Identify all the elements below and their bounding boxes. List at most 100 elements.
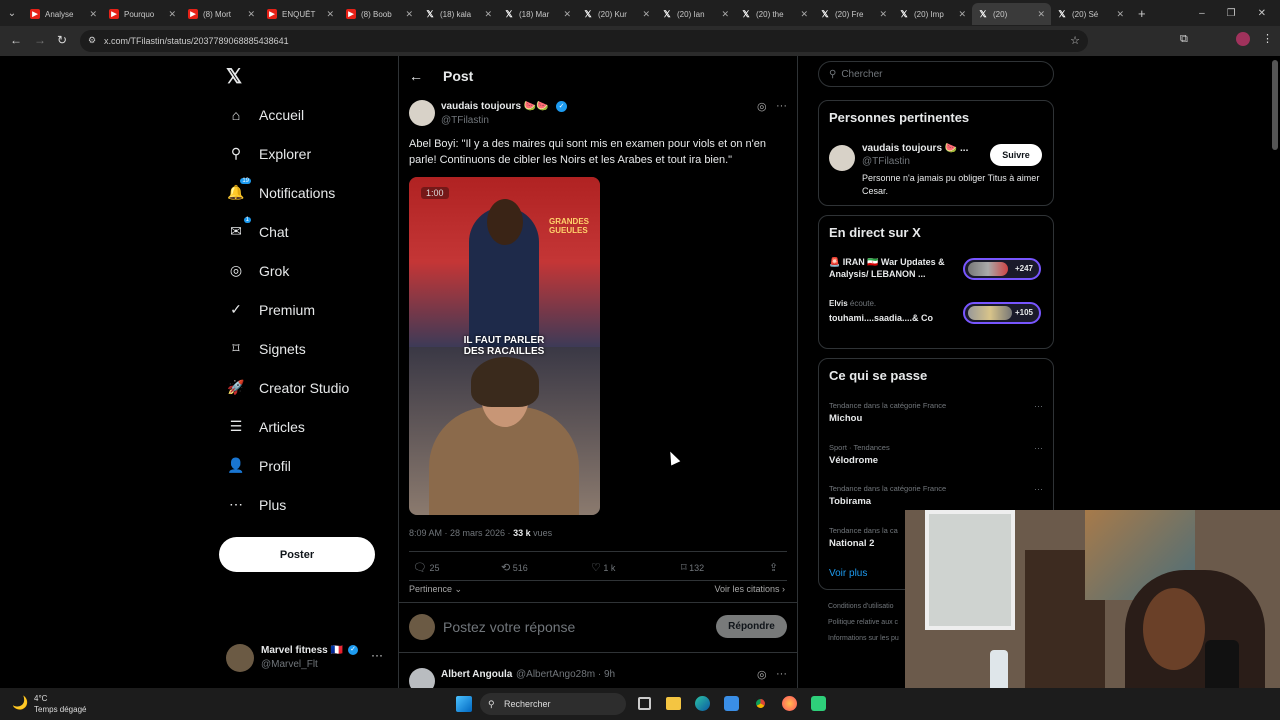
trend-more-icon[interactable]: ···: [1034, 401, 1043, 411]
reply-more-icon[interactable]: ···: [776, 668, 787, 680]
grok-icon[interactable]: ◎: [757, 668, 767, 681]
post-timestamp[interactable]: 8:09 AM · 28 mars 2026 ·: [409, 528, 513, 538]
video-player[interactable]: GRANDES GUEULES IL FAUT PARLER DES RACAI…: [409, 177, 600, 515]
close-tab-icon[interactable]: ✕: [484, 9, 492, 20]
trend-more-icon[interactable]: ···: [1034, 484, 1043, 494]
close-tab-icon[interactable]: ✕: [642, 9, 650, 20]
windows-start-icon[interactable]: [456, 696, 472, 712]
browser-tab[interactable]: 𝕏 (20) Sé ✕: [1051, 3, 1130, 25]
reload-icon[interactable]: ↻: [57, 33, 67, 47]
close-tab-icon[interactable]: ✕: [1037, 9, 1045, 20]
browser-tab[interactable]: 𝕏 (20) ✕: [972, 3, 1051, 25]
site-info-icon[interactable]: ⚙: [88, 35, 96, 46]
author-name[interactable]: vaudais toujours 🍉🍉: [441, 101, 549, 112]
close-tab-icon[interactable]: ✕: [800, 9, 808, 20]
live-item[interactable]: Elvis écoute. touhami....saadia....& Co …: [829, 299, 1045, 324]
minimize-icon[interactable]: –: [1199, 8, 1205, 19]
browser-tab[interactable]: 𝕏 (18) Mar ✕: [498, 3, 577, 25]
browser-tab[interactable]: 𝕏 (18) kala ✕: [419, 3, 498, 25]
nav-item-profil[interactable]: 👤 Profil: [218, 446, 396, 485]
browser-tab[interactable]: ▶ ENQUÊT ✕: [261, 3, 340, 25]
more-icon[interactable]: ···: [371, 648, 383, 662]
close-tab-icon[interactable]: ✕: [958, 9, 966, 20]
close-tab-icon[interactable]: ✕: [405, 9, 413, 20]
app-icon[interactable]: [811, 696, 826, 711]
close-window-icon[interactable]: ✕: [1258, 8, 1266, 19]
post-more-icon[interactable]: ···: [776, 100, 787, 112]
browser-tab[interactable]: 𝕏 (20) Kur ✕: [577, 3, 656, 25]
back-icon[interactable]: ←: [10, 33, 22, 47]
browser-menu-icon[interactable]: ⋮: [1262, 32, 1273, 45]
reply-button[interactable]: 🗨 25: [413, 561, 440, 574]
reply-author-name[interactable]: Albert Angoula: [441, 669, 512, 680]
close-tab-icon[interactable]: ✕: [168, 9, 176, 20]
x-logo[interactable]: 𝕏: [226, 64, 242, 89]
browser-tab[interactable]: ▶ Analyse ✕: [24, 3, 103, 25]
taskview-icon[interactable]: [638, 697, 651, 710]
share-icon[interactable]: ⇪: [769, 561, 778, 574]
edge-icon[interactable]: [695, 696, 710, 711]
nav-item-grok[interactable]: ◎ Grok: [218, 251, 396, 290]
browser-tab[interactable]: 𝕏 (20) Fre ✕: [814, 3, 893, 25]
scrollbar[interactable]: [1272, 60, 1278, 150]
account-switcher[interactable]: Marvel fitness 🇫🇷 ✓ @Marvel_Flt ···: [226, 642, 386, 676]
person-avatar[interactable]: [829, 145, 855, 171]
browser-tab[interactable]: 𝕏 (20) Ian ✕: [656, 3, 735, 25]
grok-icon[interactable]: ◎: [757, 100, 767, 113]
chrome-icon[interactable]: [753, 696, 768, 711]
taskbar-search[interactable]: ⚲ Rechercher: [480, 693, 626, 715]
repost-button[interactable]: ⟲ 516: [501, 561, 528, 574]
nav-item-signets[interactable]: ⌑ Signets: [218, 329, 396, 368]
store-icon[interactable]: [724, 696, 739, 711]
address-bar[interactable]: ⚙ x.com/TFilastin/status/203778906888543…: [80, 30, 1088, 52]
live-item[interactable]: 🚨 IRAN 🇮🇷 War Updates & Analysis/ LEBANO…: [829, 256, 1045, 280]
follow-button[interactable]: Suivre: [990, 144, 1042, 166]
forward-icon[interactable]: →: [34, 33, 46, 47]
show-more-link[interactable]: Voir plus: [829, 568, 867, 579]
profile-icon[interactable]: [1236, 32, 1250, 46]
nav-item-premium[interactable]: ✓ Premium: [218, 290, 396, 329]
trend-item[interactable]: Tendance dans la catégorie France Michou ·…: [829, 401, 1043, 435]
close-tab-icon[interactable]: ✕: [1116, 9, 1124, 20]
nav-item-explorer[interactable]: ⚲ Explorer: [218, 134, 396, 173]
bookmark-button[interactable]: ⌑ 132: [681, 561, 704, 574]
close-tab-icon[interactable]: ✕: [563, 9, 571, 20]
close-tab-icon[interactable]: ✕: [247, 9, 255, 20]
tab-list-button[interactable]: ⌄: [0, 8, 24, 19]
search-box[interactable]: ⚲ Chercher: [818, 61, 1054, 87]
back-arrow-icon[interactable]: ←: [409, 68, 423, 84]
browser-tab[interactable]: ▶ Pourquo ✕: [103, 3, 182, 25]
post-button[interactable]: Poster: [219, 537, 375, 572]
nav-item-accueil[interactable]: ⌂ Accueil: [218, 95, 396, 134]
reply-button-submit[interactable]: Répondre: [716, 615, 787, 638]
close-tab-icon[interactable]: ✕: [879, 9, 887, 20]
nav-item-plus[interactable]: ⋯ Plus: [218, 485, 396, 524]
browser-tab[interactable]: 𝕏 (20) Imp ✕: [893, 3, 972, 25]
browser-tab[interactable]: ▶ (8) Boob ✕: [340, 3, 419, 25]
sort-dropdown[interactable]: Pertinence ⌄: [409, 584, 462, 595]
close-tab-icon[interactable]: ✕: [89, 9, 97, 20]
nav-item-articles[interactable]: ☰ Articles: [218, 407, 396, 446]
new-tab-button[interactable]: +: [1138, 6, 1146, 21]
trend-more-icon[interactable]: ···: [1034, 443, 1043, 453]
close-tab-icon[interactable]: ✕: [721, 9, 729, 20]
extensions-icon[interactable]: ⧉: [1180, 33, 1188, 46]
trend-item[interactable]: Sport · Tendances Vélodrome ···: [829, 443, 1043, 477]
author-handle[interactable]: @TFilastin: [441, 115, 489, 126]
person-name[interactable]: vaudais toujours 🍉 ...: [862, 143, 968, 154]
nav-item-chat[interactable]: ✉ 1 Chat: [218, 212, 396, 251]
firefox-icon[interactable]: [782, 696, 797, 711]
file-explorer-icon[interactable]: [666, 697, 681, 710]
bookmark-star-icon[interactable]: ☆: [1070, 34, 1080, 47]
browser-tab[interactable]: 𝕏 (20) the ✕: [735, 3, 814, 25]
quotes-link[interactable]: Voir les citations ›: [714, 584, 785, 594]
reply-input[interactable]: Postez votre réponse: [443, 619, 575, 635]
author-avatar[interactable]: [409, 100, 435, 126]
nav-item-creator-studio[interactable]: 🚀 Creator Studio: [218, 368, 396, 407]
nav-item-notifications[interactable]: 🔔 19 Notifications: [218, 173, 396, 212]
tab-title: (20) Kur: [598, 9, 627, 19]
browser-tab[interactable]: ▶ (8) Mort ✕: [182, 3, 261, 25]
like-button[interactable]: ♡ 1 k: [591, 561, 615, 574]
maximize-icon[interactable]: ❐: [1227, 8, 1236, 19]
close-tab-icon[interactable]: ✕: [326, 9, 334, 20]
